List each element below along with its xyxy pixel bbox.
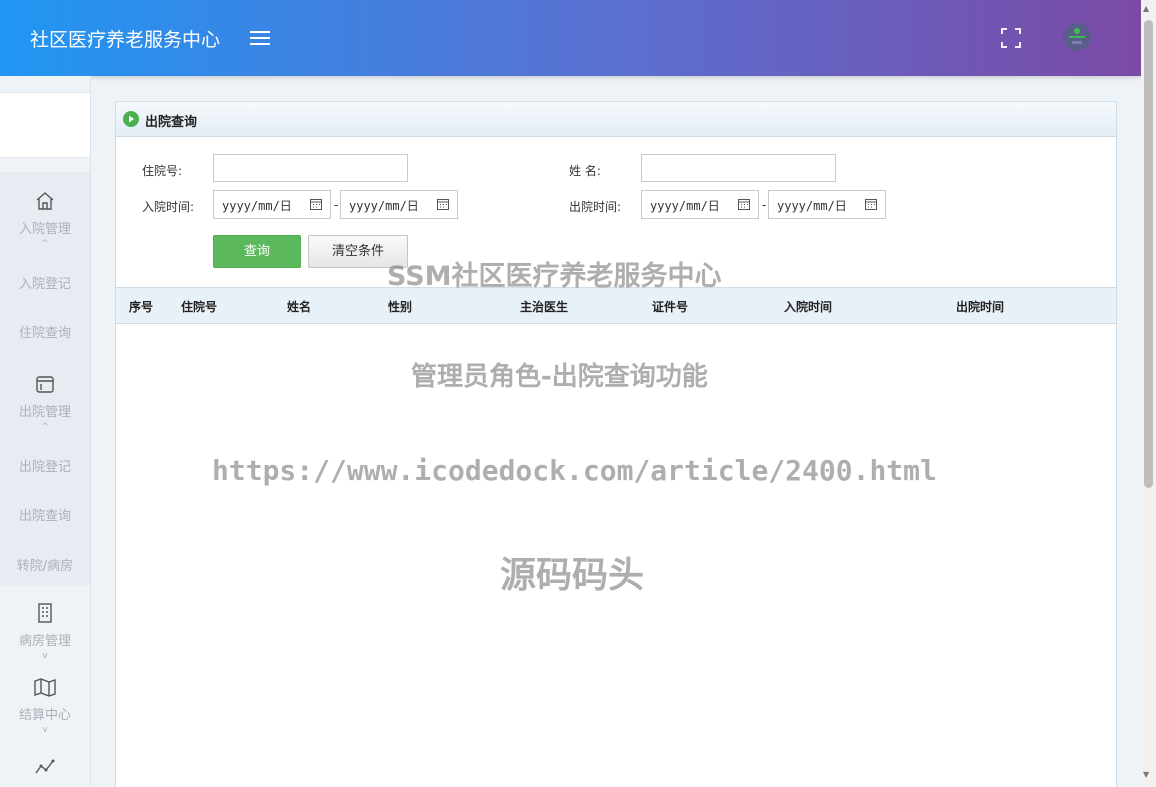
sidebar-group-discharge[interactable]: 出院管理 ^ [0,373,90,432]
hamburger-menu-icon[interactable] [249,28,271,48]
avatar-image-icon [1063,23,1091,51]
fullscreen-icon[interactable] [999,26,1023,50]
sidebar-group-billing[interactable]: 结算中心 v [0,676,90,735]
scroll-up-arrow-icon[interactable]: ▲ [1143,4,1149,13]
admit-end-date-input[interactable]: yyyy/mm/日 [340,190,458,219]
sidebar-group-admission[interactable]: 入院管理 ^ [0,190,90,249]
sidebar-group-ward[interactable]: 病房管理 v [0,602,90,661]
play-circle-icon [123,111,139,127]
admission-no-label: 住院号: [142,164,183,178]
discharge-query-panel: 出院查询 住院号: 姓 名: 入院时间: yyyy/mm/日 - yyyy/mm… [115,101,1117,787]
discharge-time-label: 出院时间: [569,200,622,214]
chevron-down-icon: v [42,651,48,661]
calendar-icon[interactable] [437,198,449,210]
sidebar-group-label: 入院管理 [18,222,71,237]
watermark-url: https://www.icodedock.com/article/2400.h… [212,454,937,487]
name-input[interactable] [641,154,836,182]
window-icon [36,376,54,393]
app-title: 社区医疗养老服务中心 [30,29,221,51]
user-avatar[interactable] [1063,23,1091,51]
chevron-up-icon: ^ [41,422,49,432]
building-icon [38,603,52,623]
sidebar-item-discharge-register[interactable]: 出院登记 [0,456,90,475]
date-separator: - [762,198,767,212]
calendar-icon[interactable] [738,198,750,210]
admit-time-label: 入院时间: [142,200,195,214]
watermark-text: SSM社区医疗养老服务中心 [387,261,722,292]
column-header[interactable]: 序号 [129,298,153,315]
watermark-text: 源码码头 [500,555,645,596]
column-header[interactable]: 性别 [388,298,412,315]
sidebar-item-admission-register[interactable]: 入院登记 [0,273,90,292]
query-button[interactable]: 查询 [213,235,301,268]
admit-start-date-input[interactable]: yyyy/mm/日 [213,190,331,219]
calendar-icon[interactable] [310,198,322,210]
sidebar-group-statistics[interactable] [0,758,90,776]
calendar-icon[interactable] [865,198,877,210]
name-label: 姓 名: [569,164,601,178]
sidebar-item-transfer-ward[interactable]: 转院/病房 [0,555,90,574]
column-header[interactable]: 出院时间 [956,298,1004,315]
discharge-end-date-input[interactable]: yyyy/mm/日 [768,190,886,219]
date-placeholder: yyyy/mm/日 [777,199,847,213]
column-header[interactable]: 住院号 [181,298,217,315]
sidebar-group-label: 结算中心 [18,708,71,723]
sidebar-logo-area [0,92,90,158]
column-header[interactable]: 证件号 [652,298,688,315]
column-header[interactable]: 入院时间 [784,298,832,315]
scrollbar-thumb[interactable] [1144,20,1153,488]
sidebar-group-label: 病房管理 [18,634,71,649]
admission-no-input[interactable] [213,154,408,182]
sidebar-group-label: 出院管理 [18,405,71,420]
date-placeholder: yyyy/mm/日 [349,199,419,213]
discharge-start-date-input[interactable]: yyyy/mm/日 [641,190,759,219]
sidebar-item-discharge-query[interactable]: 出院查询 [0,505,90,524]
panel-title: 出院查询 [145,115,198,130]
watermark-text: 管理员角色-出院查询功能 [411,362,708,392]
date-placeholder: yyyy/mm/日 [650,199,720,213]
top-bar: 社区医疗养老服务中心 [0,0,1141,76]
chevron-down-icon: v [42,725,48,735]
date-placeholder: yyyy/mm/日 [222,199,292,213]
column-header[interactable]: 主治医生 [520,298,568,315]
date-separator: - [334,198,339,212]
panel-header: 出院查询 [116,102,1116,137]
scroll-down-arrow-icon[interactable]: ▼ [1143,770,1149,779]
chart-line-icon [35,759,55,774]
home-icon [36,192,54,210]
sidebar-item-inpatient-query[interactable]: 住院查询 [0,322,90,341]
map-icon [34,678,56,697]
column-header[interactable]: 姓名 [287,298,311,315]
chevron-up-icon: ^ [41,239,49,249]
sidebar: 入院管理 ^ 入院登记 住院查询 出院管理 ^ 出院登记 出院查询 转院/病房 … [0,76,91,786]
